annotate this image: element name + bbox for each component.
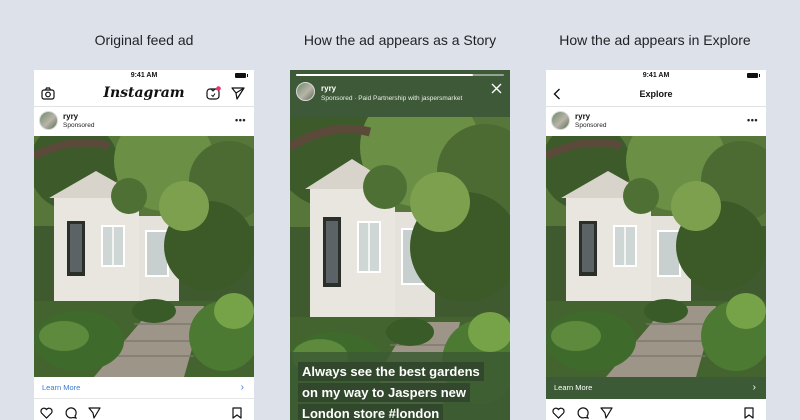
bookmark-icon[interactable] [232,407,242,419]
avatar[interactable] [551,111,570,130]
battery-icon [235,73,248,78]
status-bar: 9:41 AM [34,70,254,81]
username[interactable]: ryry [575,112,590,121]
post-actions [34,404,254,420]
heart-icon[interactable] [552,407,565,419]
close-icon[interactable] [491,83,502,94]
status-time: 9:41 AM [642,72,670,79]
story-text-line: Always see the best gardens [298,362,484,381]
story-caption: How the ad appears as a Story [303,32,497,48]
story-text-line: London store #london [298,404,444,420]
comment-icon[interactable] [576,407,589,419]
heart-icon[interactable] [40,407,53,419]
share-icon[interactable] [600,407,613,419]
explore-caption: How the ad appears in Explore [559,32,751,48]
username[interactable]: ryry [321,84,336,93]
learn-more-label: Learn More [554,383,593,392]
feed-phone: 9:41 AM Instagram ryry Sponsored ••• Lea… [34,70,254,420]
garden-house-image [34,136,254,377]
garden-house-image [546,136,766,377]
story-progress-fill [296,74,473,76]
battery-icon [747,73,760,78]
learn-more-label: Learn More [42,383,81,392]
more-options-icon[interactable]: ••• [747,115,758,125]
feed-header: Instagram [34,81,254,107]
feed-caption: Original feed ad [94,32,194,48]
share-icon[interactable] [88,407,101,419]
instagram-logo: Instagram [103,85,185,101]
ad-photo[interactable] [34,136,254,377]
chevron-right-icon: › [240,382,244,393]
sponsored-label: Sponsored [575,122,607,129]
post-actions [546,404,766,420]
status-time: 9:41 AM [130,72,158,79]
comment-icon[interactable] [64,407,77,419]
story-header: ryry Sponsored · Paid Partnership with j… [290,70,510,117]
post-header: ryry Sponsored ••• [34,107,254,135]
explore-phone: 9:41 AM Explore ryry Sponsored ••• Learn… [546,70,766,420]
explore-header: Explore [546,81,766,107]
page-title: Explore [639,89,673,99]
story-text-line: on my way to Jaspers new [298,383,471,402]
story-phone: ryry Sponsored · Paid Partnership with j… [290,70,510,420]
paid-partnership-label: Sponsored · Paid Partnership with jasper… [321,95,463,102]
story-caption-text: Always see the best gardens on my way to… [298,362,484,420]
ad-photo[interactable] [546,136,766,377]
chevron-right-icon: › [752,382,756,393]
more-options-icon[interactable]: ••• [235,115,246,125]
send-icon[interactable] [231,87,245,100]
igtv-icon[interactable] [206,86,221,101]
username[interactable]: ryry [63,112,78,121]
story-progress-bar [296,74,504,76]
avatar[interactable] [296,82,315,101]
post-header: ryry Sponsored ••• [546,107,766,135]
learn-more-button[interactable]: Learn More › [546,377,766,399]
avatar[interactable] [39,111,58,130]
sponsored-label: Sponsored [63,122,95,129]
bookmark-icon[interactable] [744,407,754,419]
learn-more-button[interactable]: Learn More › [34,377,254,399]
status-bar: 9:41 AM [546,70,766,81]
